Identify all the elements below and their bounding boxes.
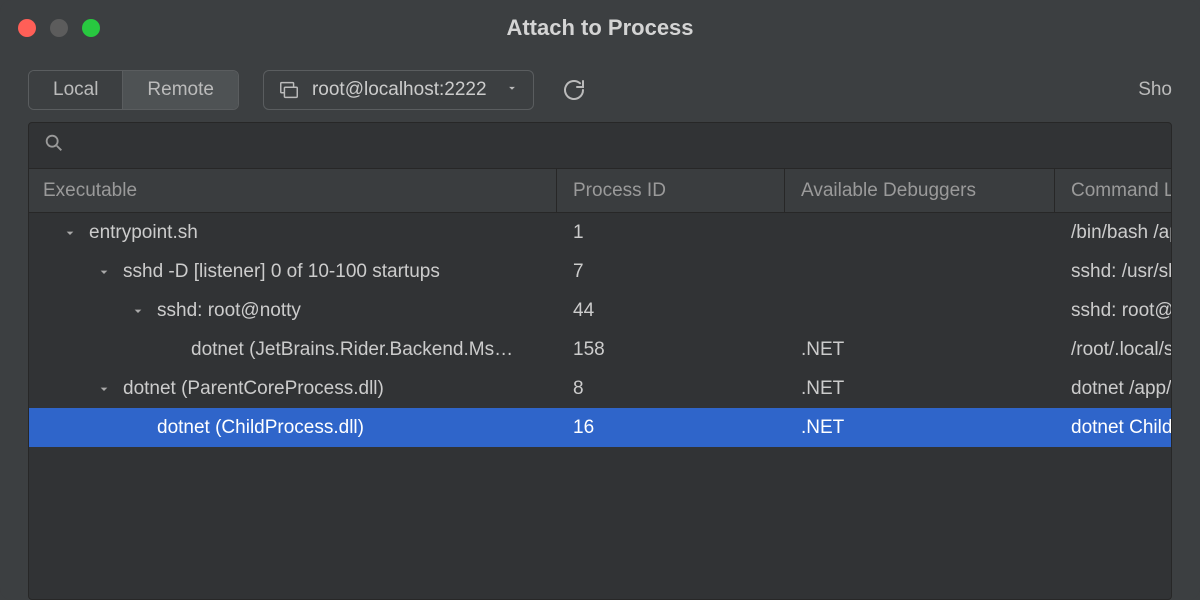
local-tab-button[interactable]: Local (29, 71, 122, 109)
refresh-button[interactable] (558, 74, 590, 106)
close-window-button[interactable] (18, 19, 36, 37)
process-pid-cell: 16 (557, 417, 785, 439)
remote-host-icon (278, 79, 300, 101)
toolbar-right-label[interactable]: Sho (1138, 79, 1172, 101)
process-row[interactable]: sshd: root@notty 44 sshd: root@no (29, 291, 1171, 330)
process-tree: entrypoint.sh 1/bin/bash /app sshd -D [lis… (29, 213, 1171, 599)
table-header: Executable Process ID Available Debugger… (29, 169, 1171, 213)
process-executable-cell: dotnet (ParentCoreProcess.dll) (29, 378, 557, 400)
remote-tab-button[interactable]: Remote (122, 71, 238, 109)
maximize-window-button[interactable] (82, 19, 100, 37)
process-row[interactable]: dotnet (ChildProcess.dll) 16.NETdotnet Ch… (29, 408, 1171, 447)
expand-arrow-icon[interactable] (59, 225, 81, 241)
process-cmd-cell: dotnet /app/P (1055, 378, 1171, 400)
process-pid-cell: 1 (557, 222, 785, 244)
process-executable-cell: sshd: root@notty (29, 300, 557, 322)
process-row[interactable]: dotnet (JetBrains.Rider.Backend.Ms… 158.N… (29, 330, 1171, 369)
toolbar: Local Remote root@localhost:2222 Sho (0, 56, 1200, 122)
process-cmd-cell: dotnet ChildP (1055, 417, 1171, 439)
process-row[interactable]: dotnet (ParentCoreProcess.dll) 8.NETdotne… (29, 369, 1171, 408)
process-cmd-cell: /root/.local/sh (1055, 339, 1171, 361)
process-executable-label: entrypoint.sh (89, 222, 198, 244)
process-debugger-cell: .NET (785, 417, 1055, 439)
process-pid-cell: 158 (557, 339, 785, 361)
process-executable-cell: entrypoint.sh (29, 222, 557, 244)
process-row[interactable]: sshd -D [listener] 0 of 10-100 startups 7… (29, 252, 1171, 291)
search-icon (43, 132, 65, 160)
process-executable-label: dotnet (ChildProcess.dll) (157, 417, 364, 439)
minimize-window-button[interactable] (50, 19, 68, 37)
process-executable-label: sshd: root@notty (157, 300, 301, 322)
process-row[interactable]: entrypoint.sh 1/bin/bash /app (29, 213, 1171, 252)
process-executable-cell: dotnet (JetBrains.Rider.Backend.Ms… (29, 339, 557, 361)
attach-to-process-window: Attach to Process Local Remote root@loca… (0, 0, 1200, 600)
process-debugger-cell: .NET (785, 339, 1055, 361)
process-cmd-cell: /bin/bash /app (1055, 222, 1171, 244)
chevron-down-icon (505, 79, 519, 101)
process-executable-cell: dotnet (ChildProcess.dll) (29, 417, 557, 439)
process-pid-cell: 7 (557, 261, 785, 283)
process-debugger-cell: .NET (785, 378, 1055, 400)
window-controls (18, 19, 100, 37)
header-executable[interactable]: Executable (29, 169, 557, 212)
process-executable-cell: sshd -D [listener] 0 of 10-100 startups (29, 261, 557, 283)
search-row[interactable] (29, 123, 1171, 169)
expand-arrow-icon[interactable] (93, 264, 115, 280)
window-title: Attach to Process (506, 15, 693, 41)
titlebar: Attach to Process (0, 0, 1200, 56)
process-cmd-cell: sshd: root@no (1055, 300, 1171, 322)
host-dropdown[interactable]: root@localhost:2222 (263, 70, 534, 110)
process-executable-label: dotnet (JetBrains.Rider.Backend.Ms… (191, 339, 513, 361)
header-debuggers[interactable]: Available Debuggers (785, 169, 1055, 212)
header-process-id[interactable]: Process ID (557, 169, 785, 212)
process-cmd-cell: sshd: /usr/sbin (1055, 261, 1171, 283)
host-label: root@localhost:2222 (312, 79, 487, 101)
process-executable-label: dotnet (ParentCoreProcess.dll) (123, 378, 384, 400)
process-executable-label: sshd -D [listener] 0 of 10-100 startups (123, 261, 440, 283)
local-remote-toggle: Local Remote (28, 70, 239, 110)
process-list-panel: Executable Process ID Available Debugger… (28, 122, 1172, 600)
header-command-line[interactable]: Command Li (1055, 169, 1171, 212)
process-pid-cell: 44 (557, 300, 785, 322)
expand-arrow-icon[interactable] (93, 381, 115, 397)
expand-arrow-icon[interactable] (127, 303, 149, 319)
process-pid-cell: 8 (557, 378, 785, 400)
